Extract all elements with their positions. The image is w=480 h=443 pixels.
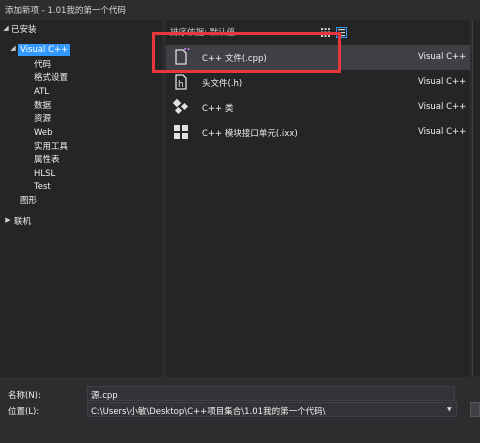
grid-view-icon[interactable] <box>320 27 331 38</box>
name-row: 名称(N): 源.cpp <box>0 386 480 402</box>
item-language: Visual C++ <box>418 127 467 137</box>
tree-item-atl[interactable]: ATL <box>34 86 49 98</box>
svg-text:h: h <box>178 80 184 90</box>
tree-item-formatting[interactable]: 格式设置 <box>34 72 68 84</box>
details-pane <box>472 20 480 377</box>
cpp-file-icon <box>172 48 190 66</box>
list-item-module-interface[interactable]: C++ 模块接口单元(.ixx) Visual C++ <box>166 120 470 145</box>
collapse-arrow-icon[interactable]: ◢ <box>2 24 10 36</box>
location-row: 位置(L): C:\Users\小敏\Desktop\C++项目集合\1.01我… <box>0 402 480 418</box>
item-name: C++ 模块接口单元(.ixx) <box>202 129 298 139</box>
template-list: 排序依据: 默认值 C++ 文件(.cpp) Visual C++ h 头文件(… <box>166 20 470 377</box>
dropdown-arrow-icon[interactable]: ▼ <box>447 406 452 413</box>
tree-item-hlsl[interactable]: HLSL <box>34 168 55 180</box>
sort-label[interactable]: 排序依据: 默认值 <box>170 26 235 38</box>
tree-item-code[interactable]: 代码 <box>34 59 51 71</box>
name-input[interactable]: 源.cpp <box>87 386 455 401</box>
location-label: 位置(L): <box>8 407 40 417</box>
browse-button[interactable] <box>470 402 480 417</box>
tree-item-web[interactable]: Web <box>34 127 53 139</box>
sort-bar: 排序依据: 默认值 <box>166 24 470 40</box>
expand-arrow-icon[interactable]: ▶ <box>4 216 12 228</box>
tree-item-data[interactable]: 数据 <box>34 100 51 112</box>
template-tree: ◢ 已安装 ◢ Visual C++ 代码 格式设置 ATL 数据 资源 Web… <box>0 20 162 377</box>
list-item-cpp-file[interactable]: C++ 文件(.cpp) Visual C++ <box>166 45 470 70</box>
class-icon <box>172 98 190 116</box>
window-title: 添加新项 - 1.01我的第一个代码 <box>0 0 480 20</box>
tree-item-visual-cpp[interactable]: Visual C++ <box>18 44 71 56</box>
tree-item-property-sheets[interactable]: 属性表 <box>34 154 60 166</box>
location-input[interactable]: C:\Users\小敏\Desktop\C++项目集合\1.01我的第一个代码\ <box>87 402 457 417</box>
list-view-icon[interactable] <box>336 27 347 38</box>
tree-item-online[interactable]: 联机 <box>14 216 31 228</box>
header-file-icon: h <box>172 73 190 91</box>
tree-item-installed[interactable]: 已安装 <box>11 24 37 36</box>
list-item-header-file[interactable]: h 头文件(.h) Visual C++ <box>166 70 470 95</box>
tree-item-utilities[interactable]: 实用工具 <box>34 141 68 153</box>
item-language: Visual C++ <box>418 102 467 112</box>
list-item-cpp-class[interactable]: C++ 类 Visual C++ <box>166 95 470 120</box>
module-icon <box>172 123 190 141</box>
item-name: C++ 文件(.cpp) <box>202 54 267 64</box>
tree-item-resources[interactable]: 资源 <box>34 113 51 125</box>
name-label: 名称(N): <box>8 391 41 401</box>
item-name: 头文件(.h) <box>202 79 243 89</box>
item-language: Visual C++ <box>418 77 467 87</box>
item-language: Visual C++ <box>418 52 467 62</box>
collapse-arrow-icon[interactable]: ◢ <box>9 44 17 56</box>
tree-item-test[interactable]: Test <box>34 181 51 193</box>
item-name: C++ 类 <box>202 104 234 114</box>
tree-item-graphics[interactable]: 图形 <box>20 195 37 207</box>
